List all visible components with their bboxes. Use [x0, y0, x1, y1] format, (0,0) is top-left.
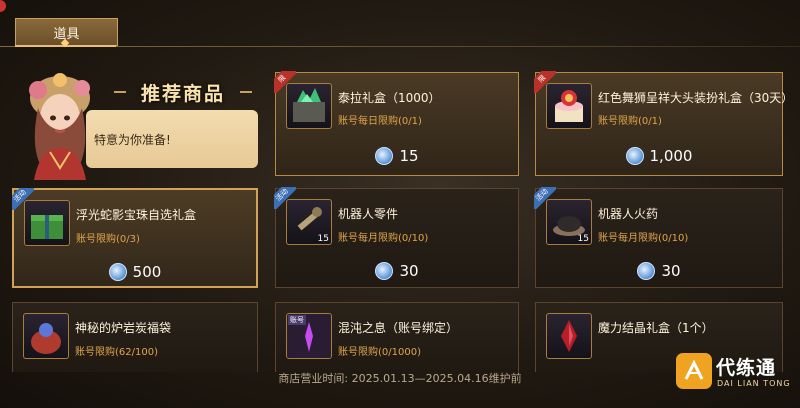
lion-cake-box-icon — [546, 83, 592, 129]
product-card[interactable]: 限 红色舞狮呈祥大头装扮礼盒（30天） 账号限购(0/1) 1,000 — [534, 71, 793, 176]
gunpowder-pile-icon: 15 — [546, 199, 592, 245]
coin-icon — [108, 263, 127, 281]
watermark-cn: 代练通 — [716, 357, 777, 379]
product-limit: 账号限购(0/1000) — [338, 347, 421, 358]
coin-icon — [637, 262, 656, 280]
product-name: 机器人火药 — [598, 207, 659, 221]
recommend-title: 推荐商品 — [114, 78, 252, 106]
product-name: 混沌之息（账号绑定） — [338, 321, 459, 335]
product-card[interactable]: 账号 混沌之息（账号绑定） 账号限购(0/1000) — [275, 302, 519, 372]
product-card[interactable]: 活动 15 机器人火药 账号每月限购(0/10) 30 — [534, 187, 783, 288]
item-quantity: 15 — [317, 234, 329, 244]
lucky-bag-icon — [23, 313, 69, 359]
price-value: 30 — [399, 262, 419, 280]
price-value: 15 — [399, 147, 419, 165]
product-name: 神秘的炉岩炭福袋 — [75, 321, 172, 335]
coin-icon — [375, 147, 394, 165]
price-button[interactable]: 30 — [536, 262, 782, 280]
green-gift-box-icon — [24, 200, 70, 246]
product-card[interactable]: 神秘的炉岩炭福袋 账号限购(62/100) — [12, 302, 258, 372]
recommend-message-text: 特意为你准备! — [94, 132, 171, 147]
coin-icon — [625, 147, 644, 165]
product-name: 红色舞狮呈祥大头装扮礼盒（30天） — [598, 91, 794, 105]
product-name: 魔力结晶礼盒（1个） — [598, 321, 714, 335]
item-quantity: 15 — [577, 234, 589, 244]
bound-tag: 账号 — [288, 315, 306, 325]
green-crystal-box-icon — [286, 83, 332, 129]
product-card[interactable]: 活动 15 机器人零件 账号每月限购(0/10) 30 — [274, 187, 519, 288]
red-crystal-icon — [546, 313, 592, 359]
notification-dot — [0, 0, 6, 12]
product-limit: 账号每月限购(0/10) — [598, 233, 689, 244]
product-card[interactable]: 活动 浮光蛇影宝珠自选礼盒 账号限购(0/3) 500 — [12, 188, 258, 288]
recommend-message: 特意为你准备! — [86, 110, 258, 168]
watermark-logo: 代练通 DAI LIAN TONG — [676, 343, 796, 403]
price-button[interactable]: 1,000 — [536, 147, 782, 165]
product-name: 机器人零件 — [338, 207, 399, 221]
price-button[interactable]: 30 — [276, 262, 518, 280]
header-divider — [0, 46, 800, 47]
price-value: 500 — [132, 263, 162, 281]
product-limit: 账号限购(0/3) — [76, 234, 140, 245]
product-limit: 账号限购(62/100) — [75, 347, 158, 358]
price-button[interactable]: 500 — [14, 263, 256, 281]
watermark-en: DAI LIAN TONG — [717, 379, 791, 388]
price-value: 30 — [661, 262, 681, 280]
product-limit: 账号限购(0/1) — [598, 116, 662, 127]
product-limit: 账号每月限购(0/10) — [338, 233, 429, 244]
watermark-icon — [676, 353, 712, 389]
product-name: 泰拉礼盒（1000） — [338, 91, 441, 105]
price-button[interactable]: 15 — [276, 147, 518, 165]
product-name: 浮光蛇影宝珠自选礼盒 — [76, 208, 197, 222]
product-limit: 账号每日限购(0/1) — [338, 116, 422, 127]
chaos-breath-icon: 账号 — [286, 313, 332, 359]
price-value: 1,000 — [649, 147, 693, 165]
coin-icon — [375, 262, 394, 280]
wrench-parts-icon: 15 — [286, 199, 332, 245]
product-card[interactable]: 限 泰拉礼盒（1000） 账号每日限购(0/1) 15 — [274, 71, 519, 176]
